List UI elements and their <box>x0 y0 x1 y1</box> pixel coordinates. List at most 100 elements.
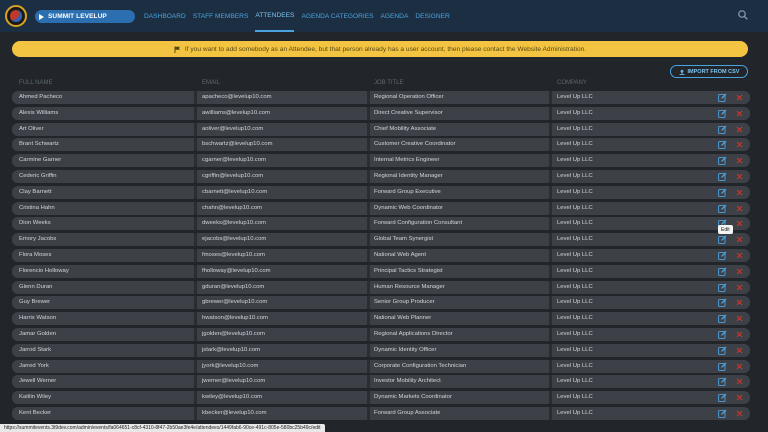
close-icon[interactable] <box>736 363 743 370</box>
edit-icon[interactable] <box>718 267 727 276</box>
nav-dashboard[interactable]: DASHBOARD <box>144 0 186 32</box>
company-cell: Level Up LLC <box>557 157 593 164</box>
edit-icon[interactable] <box>718 235 727 245</box>
table-row[interactable]: Jewell Werner jwerner@levelup10.com Invest… <box>12 375 750 389</box>
table-row[interactable]: Glenn Duran gduran@levelup10.com Human Res… <box>12 280 750 294</box>
table-row[interactable]: Jamar Golden jgolden@levelup10.com Regiona… <box>12 327 750 341</box>
company-cell: Level Up LLC <box>557 251 593 258</box>
table-row[interactable]: Dion Weeks dweeks@levelup10.com Forward Co… <box>12 217 750 231</box>
close-icon[interactable] <box>736 173 743 180</box>
nav-agenda-categories[interactable]: AGENDA CATEGORIES <box>301 0 373 32</box>
close-icon[interactable] <box>736 220 743 227</box>
column-full-name[interactable]: FULL NAME <box>19 80 52 86</box>
table-row[interactable]: Florencio Holloway fholloway@levelup10.co… <box>12 264 750 278</box>
table-row[interactable]: Ahmed Pacheco apacheco@levelup10.com Regio… <box>12 91 750 104</box>
column-divider <box>367 375 370 389</box>
edit-icon[interactable] <box>718 362 727 371</box>
edit-icon[interactable] <box>718 314 727 324</box>
job-title-cell: Forward Group Associate <box>374 409 441 416</box>
nav-attendees[interactable]: ATTENDEES <box>255 0 295 32</box>
column-divider <box>194 106 197 120</box>
edit-icon[interactable] <box>718 409 727 418</box>
close-icon[interactable] <box>736 284 743 291</box>
column-company[interactable]: COMPANY <box>557 80 587 86</box>
table-row[interactable]: Brant Schwartz bschwartz@levelup10.com Cus… <box>12 138 750 152</box>
close-icon[interactable] <box>736 331 743 338</box>
close-icon[interactable] <box>736 236 743 243</box>
close-icon[interactable] <box>736 394 743 401</box>
edit-icon[interactable] <box>718 188 727 197</box>
table-row[interactable]: Clay Barnett cbarnett@levelup10.com Forwar… <box>12 185 750 199</box>
table-row[interactable]: Kaitlin Wiley kwiley@levelup10.com Dynamic… <box>12 391 750 405</box>
column-divider <box>367 327 370 341</box>
job-title-cell: Forward Configuration Consultant <box>374 220 463 227</box>
column-divider <box>549 264 552 278</box>
import-csv-button[interactable]: IMPORT FROM CSV <box>670 65 748 78</box>
edit-icon[interactable] <box>718 393 727 402</box>
edit-icon[interactable] <box>718 93 727 102</box>
edit-icon[interactable] <box>718 140 727 150</box>
app-logo[interactable] <box>5 5 27 27</box>
close-icon[interactable] <box>736 110 743 117</box>
table-row[interactable]: Carmine Garner cgarner@levelup10.com Inter… <box>12 154 750 168</box>
column-divider <box>549 359 552 373</box>
close-icon[interactable] <box>736 94 743 101</box>
column-divider <box>194 248 197 262</box>
edit-icon[interactable] <box>718 125 727 134</box>
edit-icon[interactable] <box>718 346 727 355</box>
column-divider <box>194 154 197 168</box>
edit-icon[interactable] <box>718 156 727 166</box>
edit-icon[interactable] <box>718 330 727 339</box>
edit-icon[interactable] <box>718 172 727 181</box>
job-title-cell: Chief Mobility Associate <box>374 125 437 132</box>
close-icon[interactable] <box>736 157 743 164</box>
nav-agenda[interactable]: AGENDA <box>381 0 409 32</box>
column-email[interactable]: EMAIL <box>202 80 220 86</box>
close-icon[interactable] <box>736 378 743 385</box>
close-icon[interactable] <box>736 347 743 354</box>
table-row[interactable]: Cederic Griffin cgriffin@levelup10.com Reg… <box>12 169 750 183</box>
close-icon[interactable] <box>736 410 743 417</box>
column-job-title[interactable]: JOB TITLE <box>374 80 404 86</box>
info-notice: If you want to add somebody as an Attend… <box>12 41 748 57</box>
table-row[interactable]: Jarrod Stark jstark@levelup10.com Dynamic … <box>12 343 750 357</box>
table-row[interactable]: Jarred York jyork@levelup10.com Corporate … <box>12 359 750 373</box>
close-icon[interactable] <box>736 141 743 148</box>
nav-staff-members[interactable]: STAFF MEMBERS <box>193 0 249 32</box>
close-icon[interactable] <box>736 315 743 322</box>
table-row[interactable]: Alexis Williams awilliams@levelup10.com Di… <box>12 106 750 120</box>
column-divider <box>194 138 197 152</box>
table-row[interactable]: Cristina Hahn chahn@levelup10.com Dynamic … <box>12 201 750 215</box>
column-divider <box>549 122 552 136</box>
table-row[interactable]: Flora Moses fmoses@levelup10.com National … <box>12 248 750 262</box>
table-header: FULL NAME EMAIL JOB TITLE COMPANY <box>18 80 748 88</box>
close-icon[interactable] <box>736 299 743 306</box>
search-icon[interactable] <box>738 10 748 20</box>
column-divider <box>549 343 552 357</box>
close-icon[interactable] <box>736 268 743 275</box>
column-divider <box>367 264 370 278</box>
close-icon[interactable] <box>736 205 743 212</box>
table-row[interactable]: Guy Brewer gbrewer@levelup10.com Senior Gr… <box>12 296 750 310</box>
table-row[interactable]: Emory Jacobs ejacobs@levelup10.com Global … <box>12 233 750 247</box>
edit-icon[interactable] <box>718 204 727 213</box>
edit-icon[interactable] <box>718 109 727 118</box>
column-divider <box>367 359 370 373</box>
edit-icon[interactable] <box>718 251 727 260</box>
column-divider <box>194 406 197 420</box>
close-icon[interactable] <box>736 126 743 133</box>
close-icon[interactable] <box>736 189 743 196</box>
company-cell: Level Up LLC <box>557 362 593 369</box>
close-icon[interactable] <box>736 252 743 259</box>
job-title-cell: Regional Operation Officer <box>374 94 444 100</box>
edit-icon[interactable] <box>718 298 727 308</box>
table-row[interactable]: Harris Watson hwatson@levelup10.com Nation… <box>12 312 750 326</box>
event-selector[interactable]: SUMMIT LEVELUP <box>35 10 135 23</box>
edit-icon[interactable] <box>718 283 727 292</box>
nav-designer[interactable]: DESIGNER <box>415 0 449 32</box>
table-row[interactable]: Art Oliver aoliver@levelup10.com Chief Mob… <box>12 122 750 136</box>
company-cell: Level Up LLC <box>557 94 593 100</box>
edit-icon[interactable] <box>718 377 727 387</box>
table-row[interactable]: Kent Becker kbecker@levelup10.com Forward … <box>12 406 750 420</box>
email-cell: kwiley@levelup10.com <box>202 394 263 401</box>
